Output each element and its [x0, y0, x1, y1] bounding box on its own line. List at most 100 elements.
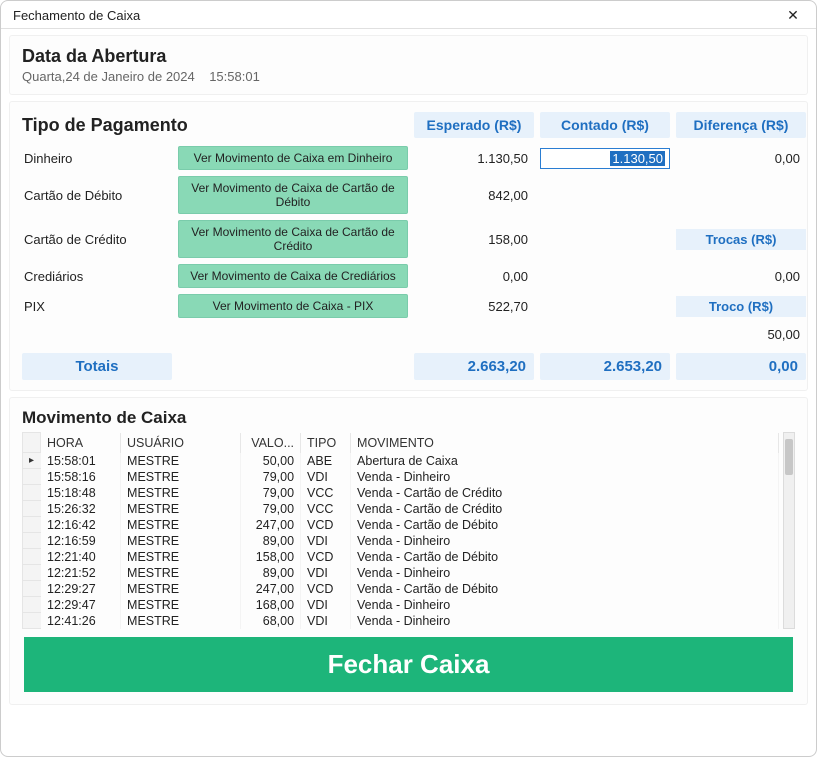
payments-grid: Dinheiro Ver Movimento de Caixa em Dinhe… — [22, 146, 795, 345]
col-movimento[interactable]: MOVIMENTO — [351, 433, 779, 453]
cell-valor: 50,00 — [241, 453, 301, 469]
cell-hora: 12:16:42 — [41, 517, 121, 533]
expected-dinheiro: 1.130,50 — [414, 148, 534, 169]
table-row[interactable]: 12:21:52MESTRE89,00VDIVenda - Dinheiro — [23, 565, 779, 581]
movements-header-row: HORA USUÁRIO VALO... TIPO MOVIMENTO — [23, 433, 779, 453]
diff-dinheiro: 0,00 — [676, 148, 806, 169]
table-row[interactable]: 12:41:26MESTRE68,00VDIVenda - Dinheiro — [23, 613, 779, 629]
window-title: Fechamento de Caixa — [13, 8, 140, 23]
cell-movimento: Venda - Cartão de Crédito — [351, 485, 779, 501]
table-row[interactable]: 12:16:59MESTRE89,00VDIVenda - Dinheiro — [23, 533, 779, 549]
scrollbar-thumb[interactable] — [785, 439, 793, 475]
row-handle[interactable] — [23, 597, 41, 613]
opening-datetime: Quarta,24 de Janeiro de 2024 15:58:01 — [22, 69, 795, 84]
cell-valor: 89,00 — [241, 565, 301, 581]
pay-btn-crediarios[interactable]: Ver Movimento de Caixa de Crediários — [178, 264, 408, 288]
row-handle[interactable] — [23, 613, 41, 629]
movements-panel: Movimento de Caixa HORA USUÁRIO VALO... … — [9, 397, 808, 705]
cell-hora: 12:29:27 — [41, 581, 121, 597]
row-handle[interactable] — [23, 501, 41, 517]
opening-date: Quarta,24 de Janeiro de 2024 — [22, 69, 195, 84]
cell-tipo: VDI — [301, 613, 351, 629]
totals-counted: 2.653,20 — [540, 353, 670, 380]
cell-usuario: MESTRE — [121, 581, 241, 597]
cell-valor: 89,00 — [241, 533, 301, 549]
cell-valor: 168,00 — [241, 597, 301, 613]
cell-hora: 12:16:59 — [41, 533, 121, 549]
cell-tipo: VCC — [301, 501, 351, 517]
col-valor[interactable]: VALO... — [241, 433, 301, 453]
row-handle[interactable] — [23, 453, 41, 469]
totals-label: Totais — [22, 353, 172, 380]
cell-hora: 12:41:26 — [41, 613, 121, 629]
cell-usuario: MESTRE — [121, 565, 241, 581]
cell-hora: 12:29:47 — [41, 597, 121, 613]
movements-scrollbar[interactable] — [783, 432, 795, 629]
table-row[interactable]: 15:58:16MESTRE79,00VDIVenda - Dinheiro — [23, 469, 779, 485]
table-row[interactable]: 15:26:32MESTRE79,00VCCVenda - Cartão de … — [23, 501, 779, 517]
cell-movimento: Venda - Cartão de Débito — [351, 549, 779, 565]
troco-value: 50,00 — [676, 324, 806, 345]
counted-input-dinheiro[interactable]: 1.130,50 — [540, 148, 670, 169]
expected-crediarios: 0,00 — [414, 266, 534, 287]
row-handle[interactable] — [23, 517, 41, 533]
pay-btn-pix[interactable]: Ver Movimento de Caixa - PIX — [178, 294, 408, 318]
table-row[interactable]: 12:29:27MESTRE247,00VCDVenda - Cartão de… — [23, 581, 779, 597]
cell-tipo: VDI — [301, 565, 351, 581]
totals-diff: 0,00 — [676, 353, 806, 380]
cell-usuario: MESTRE — [121, 533, 241, 549]
opening-time: 15:58:01 — [209, 69, 260, 84]
row-handle[interactable] — [23, 581, 41, 597]
table-row[interactable]: 15:18:48MESTRE79,00VCCVenda - Cartão de … — [23, 485, 779, 501]
row-handle[interactable] — [23, 565, 41, 581]
cell-movimento: Venda - Cartão de Débito — [351, 517, 779, 533]
close-register-button[interactable]: Fechar Caixa — [24, 637, 793, 692]
cell-usuario: MESTRE — [121, 517, 241, 533]
cell-movimento: Venda - Cartão de Débito — [351, 581, 779, 597]
pay-label-debito: Cartão de Débito — [22, 184, 172, 207]
row-handle[interactable] — [23, 533, 41, 549]
table-row[interactable]: 12:21:40MESTRE158,00VCDVenda - Cartão de… — [23, 549, 779, 565]
col-tipo[interactable]: TIPO — [301, 433, 351, 453]
trocas-value: 0,00 — [676, 266, 806, 287]
totals-row: Totais 2.663,20 2.653,20 0,00 — [22, 353, 795, 380]
row-handle[interactable] — [23, 469, 41, 485]
opening-heading: Data da Abertura — [22, 46, 795, 67]
pay-btn-credito[interactable]: Ver Movimento de Caixa de Cartão de Créd… — [178, 220, 408, 258]
cell-usuario: MESTRE — [121, 549, 241, 565]
troco-header: Troco (R$) — [676, 296, 806, 317]
pay-label-dinheiro: Dinheiro — [22, 147, 172, 170]
col-usuario[interactable]: USUÁRIO — [121, 433, 241, 453]
expected-credito: 158,00 — [414, 229, 534, 250]
cell-movimento: Venda - Dinheiro — [351, 565, 779, 581]
table-row[interactable]: 12:29:47MESTRE168,00VDIVenda - Dinheiro — [23, 597, 779, 613]
cell-usuario: MESTRE — [121, 485, 241, 501]
payments-title: Tipo de Pagamento — [22, 115, 408, 136]
cell-hora: 12:21:52 — [41, 565, 121, 581]
movements-title: Movimento de Caixa — [22, 408, 795, 428]
row-handle[interactable] — [23, 485, 41, 501]
pay-label-credito: Cartão de Crédito — [22, 228, 172, 251]
table-row[interactable]: 15:58:01MESTRE50,00ABEAbertura de Caixa — [23, 453, 779, 469]
col-hora[interactable]: HORA — [41, 433, 121, 453]
trocas-header: Trocas (R$) — [676, 229, 806, 250]
row-handle[interactable] — [23, 549, 41, 565]
cell-hora: 15:58:16 — [41, 469, 121, 485]
titlebar: Fechamento de Caixa ✕ — [1, 1, 816, 29]
cell-valor: 247,00 — [241, 581, 301, 597]
cell-movimento: Venda - Dinheiro — [351, 613, 779, 629]
table-row[interactable]: 12:16:42MESTRE247,00VCDVenda - Cartão de… — [23, 517, 779, 533]
cell-movimento: Venda - Dinheiro — [351, 533, 779, 549]
cell-valor: 158,00 — [241, 549, 301, 565]
cell-usuario: MESTRE — [121, 453, 241, 469]
pay-btn-debito[interactable]: Ver Movimento de Caixa de Cartão de Débi… — [178, 176, 408, 214]
cell-hora: 15:18:48 — [41, 485, 121, 501]
close-icon[interactable]: ✕ — [780, 7, 806, 24]
pay-btn-dinheiro[interactable]: Ver Movimento de Caixa em Dinheiro — [178, 146, 408, 170]
pay-label-pix: PIX — [22, 295, 172, 318]
cell-usuario: MESTRE — [121, 613, 241, 629]
cell-tipo: VCD — [301, 581, 351, 597]
cell-movimento: Venda - Cartão de Crédito — [351, 501, 779, 517]
cell-valor: 79,00 — [241, 485, 301, 501]
cell-valor: 68,00 — [241, 613, 301, 629]
